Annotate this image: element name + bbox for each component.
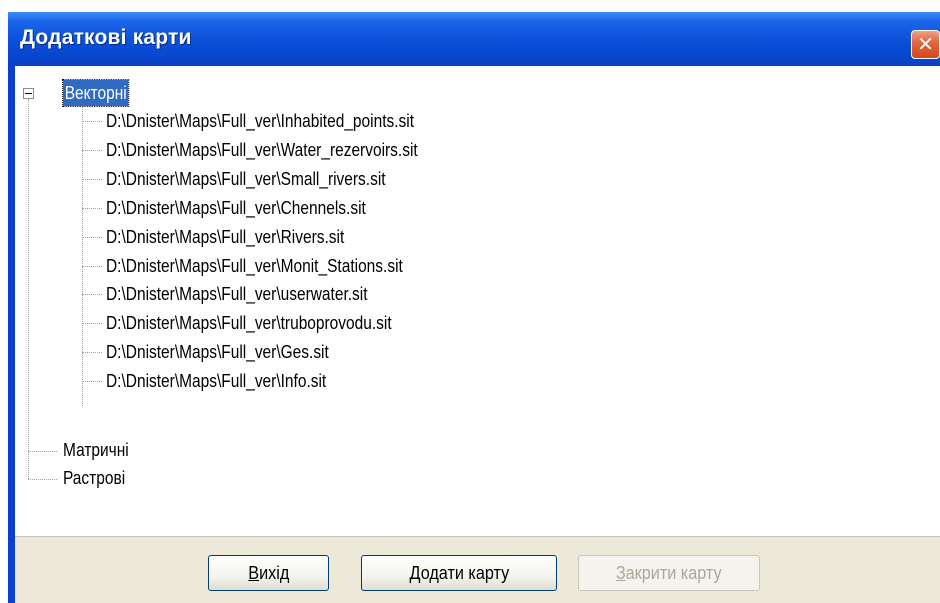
exit-button[interactable]: Вихід — [208, 555, 329, 591]
tree-node-map-file[interactable]: D:\Dnister\Maps\Full_ver\Monit_Stations.… — [106, 253, 403, 279]
tree-node-map-file[interactable]: D:\Dnister\Maps\Full_ver\Chennels.sit — [106, 195, 366, 221]
add-map-accel: Д — [409, 563, 421, 583]
close-map-button[interactable]: Закрити карту — [578, 555, 760, 591]
tree-branch-line — [82, 121, 102, 122]
tree-node-map-file[interactable]: D:\Dnister\Maps\Full_ver\Inhabited_point… — [106, 108, 414, 134]
dialog-window: Додаткові карти ✕ Векторні D:\Dnister\Ma… — [8, 12, 940, 603]
close-icon[interactable]: ✕ — [911, 30, 940, 59]
tree-node-map-file[interactable]: D:\Dnister\Maps\Full_ver\Water_rezervoir… — [106, 137, 418, 163]
title-bar[interactable]: Додаткові карти ✕ — [8, 12, 940, 66]
tree-node-raster[interactable]: Растрові — [63, 465, 125, 491]
dialog-client-area: Векторні D:\Dnister\Maps\Full_ver\Inhabi… — [15, 66, 940, 603]
tree-root-line — [28, 99, 29, 479]
exit-label: ихід — [258, 563, 290, 583]
exit-accel: В — [247, 563, 259, 583]
close-map-accel: З — [616, 563, 626, 583]
tree-node-map-file[interactable]: D:\Dnister\Maps\Full_ver\Info.sit — [106, 368, 326, 394]
tree-branch-line — [82, 323, 102, 325]
tree-node-vector[interactable]: Векторні — [62, 79, 130, 107]
tree-node-map-file[interactable]: D:\Dnister\Maps\Full_ver\truboprovodu.si… — [106, 310, 392, 336]
tree-node-map-file[interactable]: D:\Dnister\Maps\Full_ver\Ges.sit — [106, 339, 329, 365]
tree-branch-line — [82, 294, 102, 296]
tree-branch-line — [82, 178, 102, 180]
tree-branch-line — [82, 352, 102, 354]
tree-child-line — [82, 107, 83, 406]
tree-branch-line — [82, 236, 102, 238]
tree-node-map-file[interactable]: D:\Dnister\Maps\Full_ver\Small_rivers.si… — [106, 166, 386, 192]
close-map-label: акрити карту — [625, 563, 722, 583]
tree-branch-raster — [28, 479, 57, 480]
tree-branch-matrix — [28, 451, 57, 452]
window-title: Додаткові карти — [20, 26, 192, 49]
tree-branch-line — [82, 381, 102, 383]
add-map-button[interactable]: Додати карту — [361, 555, 557, 591]
tree-branch-line — [82, 265, 102, 267]
tree-node-map-file[interactable]: D:\Dnister\Maps\Full_ver\userwater.sit — [106, 281, 368, 307]
tree-node-map-file[interactable]: D:\Dnister\Maps\Full_ver\Rivers.sit — [106, 224, 344, 250]
add-map-label: одати карту — [420, 563, 509, 583]
tree-branch-line — [82, 149, 102, 151]
collapse-toggle-icon[interactable] — [23, 88, 34, 99]
map-tree[interactable]: Векторні D:\Dnister\Maps\Full_ver\Inhabi… — [15, 66, 940, 537]
tree-node-matrix[interactable]: Матричні — [63, 437, 129, 463]
tree-branch-line — [82, 207, 102, 209]
